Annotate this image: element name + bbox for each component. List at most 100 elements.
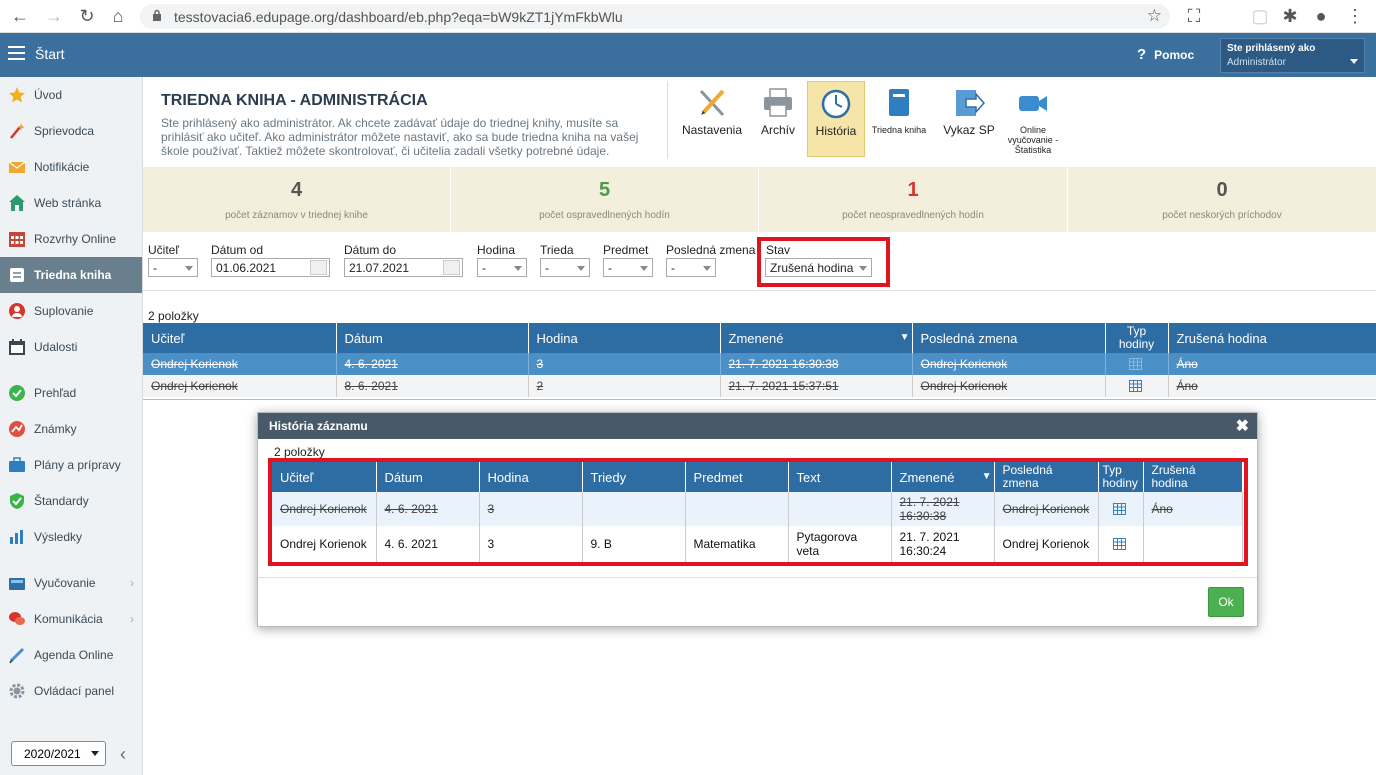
- sidebar-item-label: Triedna kniha: [34, 268, 112, 282]
- back-icon[interactable]: ←: [10, 6, 30, 26]
- forward-icon[interactable]: →: [44, 6, 64, 26]
- close-icon[interactable]: ✖: [1236, 416, 1249, 436]
- filter-posledna-zmena-select[interactable]: -: [666, 258, 716, 277]
- lesson-grid-icon[interactable]: [1129, 380, 1144, 393]
- col-header-typ-hodiny[interactable]: Typ hodiny: [1105, 323, 1169, 353]
- page-description: Ste prihlásený ako administrátor. Ak chc…: [161, 116, 639, 158]
- col-header-datum[interactable]: Dátum: [336, 323, 529, 353]
- tool-label: Vykaz SP: [943, 123, 995, 137]
- sidebar-item-plany[interactable]: Plány a prípravy: [0, 447, 142, 483]
- sidebar-item-notifikacie[interactable]: Notifikácie: [0, 149, 142, 185]
- filter-predmet-select[interactable]: -: [603, 258, 653, 277]
- substitution-icon: [9, 303, 25, 319]
- toolbar: Nastavenia Archív História Triedna kniha…: [667, 81, 1058, 159]
- tool-online-vyucovanie[interactable]: Online vyučovanie - Štatistika: [1002, 81, 1064, 157]
- cell-zrusena-hodina: Áno: [1168, 375, 1376, 397]
- puzzle-icon[interactable]: ✱: [1280, 6, 1300, 26]
- tool-label: Triedna kniha: [871, 125, 927, 135]
- tool-triedna-kniha[interactable]: Triedna kniha: [869, 81, 929, 157]
- col-header-zrusena-hodina[interactable]: Zrušená hodina: [1168, 323, 1376, 353]
- col-header-ucitel[interactable]: Učiteľ: [143, 323, 337, 353]
- browser-toolbar: ← → ↻ ⌂ tesstovacia6.edupage.org/dashboa…: [0, 0, 1376, 33]
- school-year-select[interactable]: 2020/2021: [11, 741, 106, 766]
- extension-box-icon[interactable]: ▢: [1250, 6, 1270, 26]
- stat-neospravedlnene: 1 počet neospravedlnených hodín: [759, 167, 1068, 232]
- sidebar-item-agenda[interactable]: Agenda Online: [0, 637, 142, 673]
- highlight-box-stav: [757, 237, 890, 287]
- ok-button[interactable]: Ok: [1208, 587, 1244, 617]
- bookmark-star-icon[interactable]: ☆: [1147, 6, 1162, 26]
- cell-zrusena-hodina: Áno: [1168, 353, 1376, 375]
- filter-ucitel-select[interactable]: -: [148, 258, 198, 277]
- help-button[interactable]: ? Pomoc: [1137, 46, 1194, 63]
- table-row[interactable]: Ondrej Korienok 4. 6. 2021 3 21. 7. 2021…: [143, 353, 1376, 375]
- tool-archiv[interactable]: Archív: [752, 81, 804, 157]
- sidebar-item-uvod[interactable]: Úvod: [0, 77, 142, 113]
- filter-trieda-select[interactable]: -: [540, 258, 590, 277]
- filter-datum-od-input[interactable]: 01.06.2021: [211, 258, 330, 277]
- clock-icon: [821, 89, 851, 119]
- highlight-box-history: [268, 458, 1248, 566]
- lock-icon: [153, 9, 161, 21]
- profile-icon[interactable]: ●: [1311, 6, 1331, 26]
- screen-capture-icon[interactable]: ⛶: [1184, 6, 1204, 26]
- sidebar-item-standardy[interactable]: Štandardy: [0, 483, 142, 519]
- export-arrow-icon: [956, 90, 986, 116]
- sidebar-item-label: Komunikácia: [34, 612, 103, 626]
- sidebar-item-triedna-kniha[interactable]: Triedna kniha: [0, 257, 142, 293]
- reload-icon[interactable]: ↻: [77, 6, 97, 26]
- collapse-sidebar-icon[interactable]: ‹: [120, 744, 126, 765]
- tool-nastavenia[interactable]: Nastavenia: [676, 81, 748, 157]
- video-camera-icon: [1019, 96, 1047, 111]
- chat-icon: [9, 612, 25, 625]
- filter-datum-do-input[interactable]: 21.07.2021: [344, 258, 463, 277]
- table-row[interactable]: Ondrej Korienok 8. 6. 2021 2 21. 7. 2021…: [143, 375, 1376, 397]
- sidebar-item-komunikacia[interactable]: Komunikácia ›: [0, 601, 142, 637]
- cell-typ-hodiny: [1105, 353, 1169, 375]
- sidebar-item-suplovanie[interactable]: Suplovanie: [0, 293, 142, 329]
- sidebar-item-web-stranka[interactable]: Web stránka: [0, 185, 142, 221]
- sidebar-item-ovladaci-panel[interactable]: Ovládací panel: [0, 673, 142, 709]
- col-header-posledna-zmena[interactable]: Posledná zmena: [912, 323, 1106, 353]
- briefcase-icon: [9, 457, 25, 472]
- select-caret-icon: [91, 751, 99, 756]
- user-menu[interactable]: Ste prihlásený ako Administrátor: [1220, 38, 1365, 73]
- sidebar-item-label: Známky: [34, 422, 77, 436]
- grades-icon: [9, 421, 25, 437]
- sidebar-item-label: Web stránka: [34, 196, 102, 210]
- sidebar-item-rozvrhy[interactable]: Rozvrhy Online: [0, 221, 142, 257]
- home-icon: [9, 195, 25, 211]
- question-icon: ?: [1137, 46, 1147, 63]
- tool-vykaz-sp[interactable]: Vykaz SP: [938, 81, 1000, 157]
- stat-value: 5: [598, 179, 611, 201]
- sidebar-item-vyucovanie[interactable]: Vyučovanie ›: [0, 565, 142, 601]
- filter-label-datum-do: Dátum do: [344, 243, 397, 257]
- stat-zaznamy: 4 počet záznamov v triednej knihe: [143, 167, 451, 232]
- sidebar-item-sprievodca[interactable]: Sprievodca: [0, 113, 142, 149]
- sidebar-item-vysledky[interactable]: Výsledky: [0, 519, 142, 555]
- stat-label: počet ospravedlnených hodín: [539, 210, 670, 221]
- calendar-picker-icon[interactable]: [443, 260, 460, 275]
- tool-historia[interactable]: História: [807, 81, 865, 157]
- chevron-right-icon: ›: [130, 576, 134, 590]
- filter-value: 01.06.2021: [216, 261, 277, 275]
- filter-hodina-select[interactable]: -: [477, 258, 527, 277]
- sidebar-item-znamky[interactable]: Známky: [0, 411, 142, 447]
- stats-bar: 4 počet záznamov v triednej knihe 5 poče…: [143, 167, 1376, 232]
- col-header-zmenene[interactable]: Zmenené ▼: [720, 323, 913, 353]
- select-caret-icon: [577, 266, 585, 271]
- sidebar-item-label: Udalosti: [34, 340, 78, 354]
- lesson-grid-icon[interactable]: [1129, 358, 1144, 371]
- sidebar-item-label: Vyučovanie: [34, 576, 96, 590]
- calendar-picker-icon[interactable]: [310, 260, 327, 275]
- filter-value: -: [671, 261, 675, 275]
- app-title[interactable]: Štart: [35, 46, 65, 62]
- address-bar[interactable]: tesstovacia6.edupage.org/dashboard/eb.ph…: [140, 4, 1170, 29]
- sidebar-item-udalosti[interactable]: Udalosti: [0, 329, 142, 365]
- hamburger-menu-icon[interactable]: [8, 46, 25, 60]
- home-nav-icon[interactable]: ⌂: [108, 6, 128, 26]
- menu-dots-icon[interactable]: ⋮: [1345, 6, 1365, 26]
- col-header-hodina[interactable]: Hodina: [528, 323, 721, 353]
- filter-value: 21.07.2021: [349, 261, 410, 275]
- sidebar-item-prehlad[interactable]: Prehľad: [0, 375, 142, 411]
